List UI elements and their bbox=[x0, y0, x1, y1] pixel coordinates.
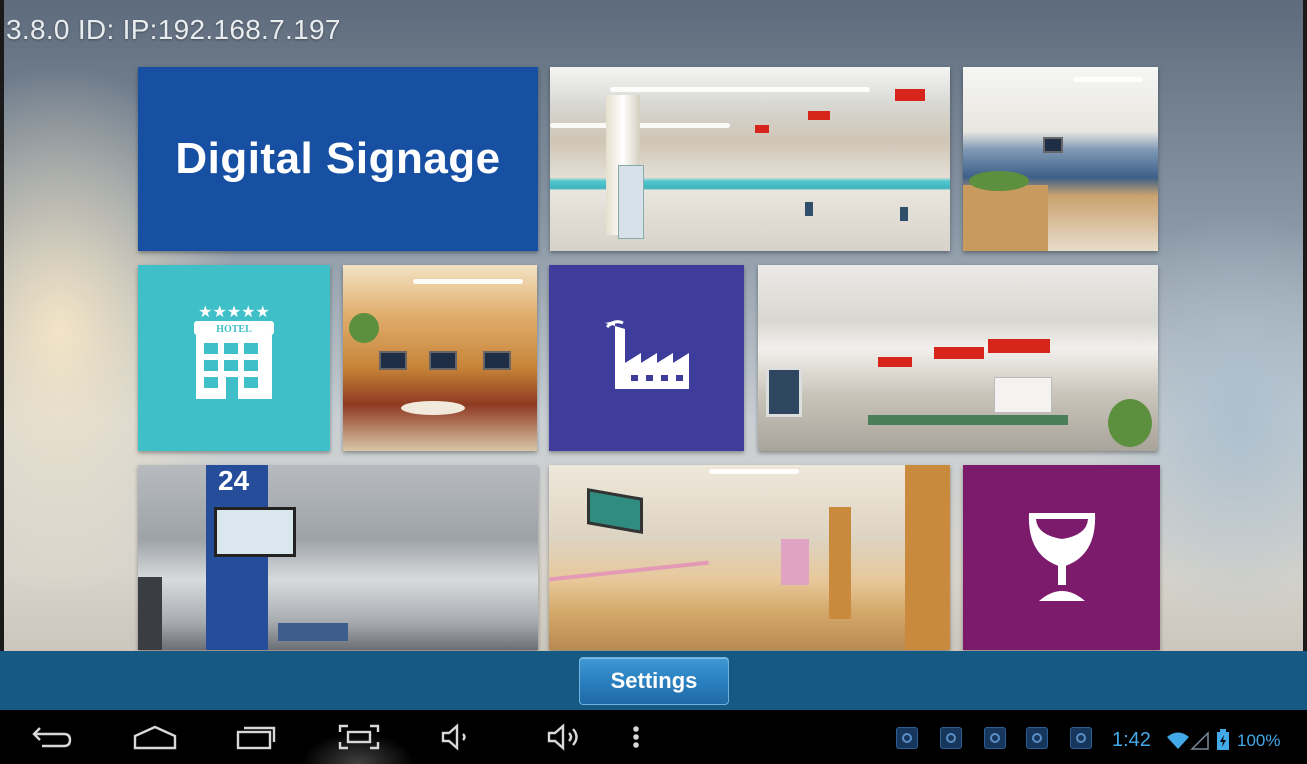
notification-app-icon[interactable] bbox=[1026, 727, 1048, 749]
volume-down-button[interactable] bbox=[432, 720, 482, 754]
hotel-lounge-tile[interactable] bbox=[343, 265, 537, 451]
status-clock: 1:42 bbox=[1112, 729, 1151, 751]
menu-button[interactable] bbox=[616, 720, 656, 754]
counter-desk bbox=[868, 415, 1068, 425]
handrail bbox=[549, 560, 709, 582]
volume-up-icon bbox=[547, 723, 578, 751]
screen-edge-left bbox=[0, 0, 4, 710]
kiosk bbox=[618, 165, 644, 239]
wall-display bbox=[587, 488, 643, 534]
plant bbox=[349, 313, 379, 343]
trash-bin bbox=[138, 577, 162, 650]
waiting-lobby-tile[interactable] bbox=[963, 67, 1158, 251]
svg-text:HOTEL: HOTEL bbox=[216, 324, 252, 335]
notification-app-icon[interactable] bbox=[1070, 727, 1092, 749]
bar-tile[interactable] bbox=[963, 465, 1160, 650]
door bbox=[829, 507, 851, 619]
volume-up-button[interactable] bbox=[538, 720, 588, 754]
advert-screen bbox=[214, 507, 296, 557]
ceiling-light bbox=[1073, 77, 1143, 82]
notification-app-icon[interactable] bbox=[896, 727, 918, 749]
plant bbox=[969, 171, 1029, 191]
svg-text:★★★★★: ★★★★★ bbox=[198, 302, 270, 321]
ceiling-light bbox=[610, 87, 870, 92]
settings-button[interactable]: Settings bbox=[579, 657, 729, 705]
bank-counter-tile[interactable] bbox=[758, 265, 1158, 451]
ceiling-light bbox=[413, 279, 523, 284]
gate-number: 24 bbox=[218, 465, 250, 496]
door bbox=[905, 465, 950, 650]
counter-sign bbox=[988, 339, 1050, 353]
stool bbox=[900, 207, 908, 221]
counter-sign bbox=[934, 347, 984, 359]
tv-screen bbox=[1043, 137, 1063, 153]
tv-screen bbox=[379, 351, 407, 370]
navigation-bar bbox=[0, 710, 1307, 764]
recent-apps-button[interactable] bbox=[230, 720, 280, 754]
battery-icon bbox=[1217, 729, 1229, 750]
round-table bbox=[401, 401, 465, 415]
version-ip-label: 3.8.0 ID: IP:192.168.7.197 bbox=[6, 14, 341, 45]
recent-apps-icon bbox=[236, 726, 276, 750]
plant bbox=[1108, 399, 1152, 447]
tv-screen bbox=[429, 351, 457, 370]
back-button[interactable] bbox=[28, 720, 78, 754]
tv-screen bbox=[483, 351, 511, 370]
screenshot-button[interactable] bbox=[334, 720, 384, 754]
home-icon bbox=[133, 725, 177, 750]
factory-icon bbox=[605, 320, 689, 389]
screen-edge-right bbox=[1303, 0, 1307, 710]
ceiling-light bbox=[550, 123, 730, 128]
wine-glass-icon bbox=[1028, 513, 1096, 601]
wifi-icon bbox=[1167, 732, 1189, 749]
signal-icon bbox=[1190, 731, 1209, 750]
home-button[interactable] bbox=[130, 720, 180, 754]
factory-tile[interactable] bbox=[549, 265, 744, 451]
counter-sign bbox=[895, 89, 925, 101]
pink-wall bbox=[781, 539, 809, 585]
volume-down-icon bbox=[441, 723, 466, 751]
airport-tile[interactable]: 24 bbox=[138, 465, 538, 650]
bank-logo-board bbox=[994, 377, 1052, 413]
hotel-icon: ★★★★★ HOTEL bbox=[194, 302, 274, 399]
ceiling-light bbox=[709, 469, 799, 474]
counter-sign bbox=[878, 357, 912, 367]
menu-icon bbox=[633, 726, 639, 748]
hotel-tile[interactable]: ★★★★★ HOTEL bbox=[138, 265, 330, 451]
back-icon bbox=[32, 727, 72, 748]
counter-area bbox=[278, 623, 348, 641]
battery-percentage: 100% bbox=[1237, 731, 1281, 750]
notification-app-icon[interactable] bbox=[940, 727, 962, 749]
launcher-screen: 3.8.0 ID: IP:192.168.7.197 Digital Signa… bbox=[0, 0, 1307, 764]
counter-sign bbox=[755, 125, 769, 133]
bank-hall-tile[interactable] bbox=[550, 67, 950, 251]
notification-app-icon[interactable] bbox=[984, 727, 1006, 749]
hospital-corridor-tile[interactable] bbox=[549, 465, 950, 650]
counter-sign bbox=[808, 111, 830, 120]
digital-signage-label: Digital Signage bbox=[175, 134, 501, 183]
stool bbox=[805, 202, 813, 216]
reception-desk bbox=[963, 185, 1048, 251]
wall-screen bbox=[766, 367, 802, 417]
digital-signage-tile[interactable]: Digital Signage bbox=[138, 67, 538, 251]
screenshot-icon bbox=[338, 724, 380, 750]
